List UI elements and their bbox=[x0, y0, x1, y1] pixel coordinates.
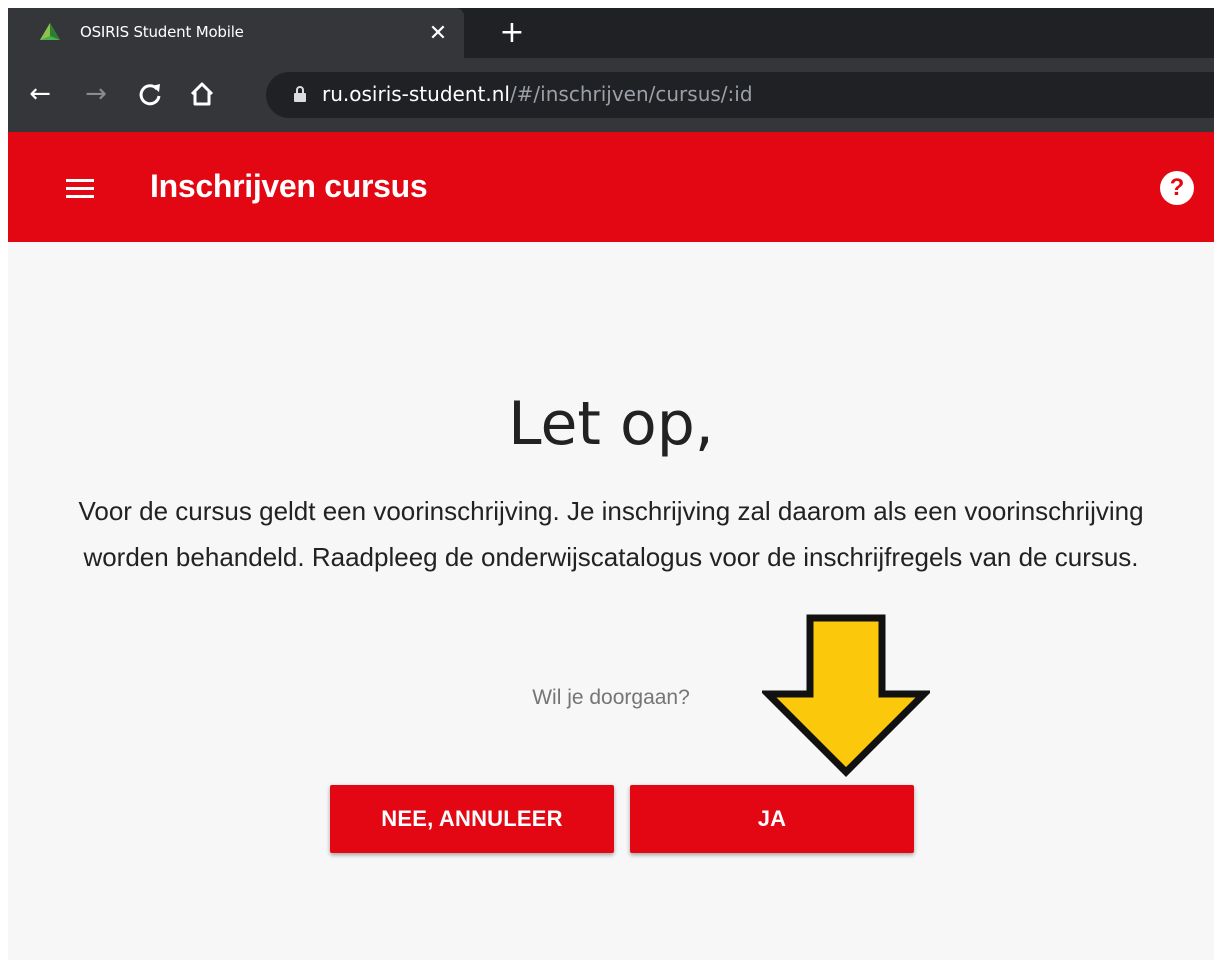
confirm-button[interactable]: JA bbox=[630, 785, 914, 853]
lock-icon bbox=[294, 86, 306, 102]
dialog-message: Voor de cursus geldt een voorinschrijvin… bbox=[78, 496, 1144, 572]
new-tab-icon[interactable]: + bbox=[498, 18, 526, 48]
down-arrow-annotation-icon bbox=[762, 614, 930, 777]
help-icon[interactable]: ? bbox=[1160, 171, 1194, 205]
browser-tab[interactable]: OSIRIS Student Mobile ✕ bbox=[8, 8, 464, 58]
url-path: /#/inschrijven/cursus/:id bbox=[509, 82, 753, 106]
address-bar[interactable]: ru.osiris-student.nl/#/inschrijven/cursu… bbox=[266, 72, 1214, 118]
forward-icon[interactable]: → bbox=[80, 78, 112, 110]
back-icon[interactable]: ← bbox=[24, 78, 56, 110]
main-content: Let op, Voor de cursus geldt een voorins… bbox=[8, 242, 1214, 960]
page-title: Inschrijven cursus bbox=[150, 168, 428, 204]
home-icon[interactable] bbox=[186, 78, 218, 110]
tab-title: OSIRIS Student Mobile bbox=[80, 23, 244, 41]
reload-icon[interactable] bbox=[134, 78, 166, 110]
hamburger-menu-icon[interactable] bbox=[66, 179, 94, 199]
cancel-button[interactable]: NEE, ANNULEER bbox=[330, 785, 614, 853]
url-text: ru.osiris-student.nl/#/inschrijven/cursu… bbox=[322, 82, 753, 106]
url-host: ru.osiris-student.nl bbox=[322, 82, 510, 106]
dialog-heading: Let op, bbox=[508, 389, 714, 459]
close-tab-icon[interactable]: ✕ bbox=[426, 21, 450, 45]
app-header: Inschrijven cursus ? bbox=[8, 132, 1214, 242]
osiris-favicon-icon bbox=[40, 23, 60, 40]
confirm-question: Wil je doorgaan? bbox=[532, 686, 690, 709]
browser-tab-strip: OSIRIS Student Mobile ✕ + bbox=[8, 8, 1214, 58]
browser-toolbar: ← → ru.osiris-student.nl/#/inschrijven/c… bbox=[8, 58, 1214, 132]
